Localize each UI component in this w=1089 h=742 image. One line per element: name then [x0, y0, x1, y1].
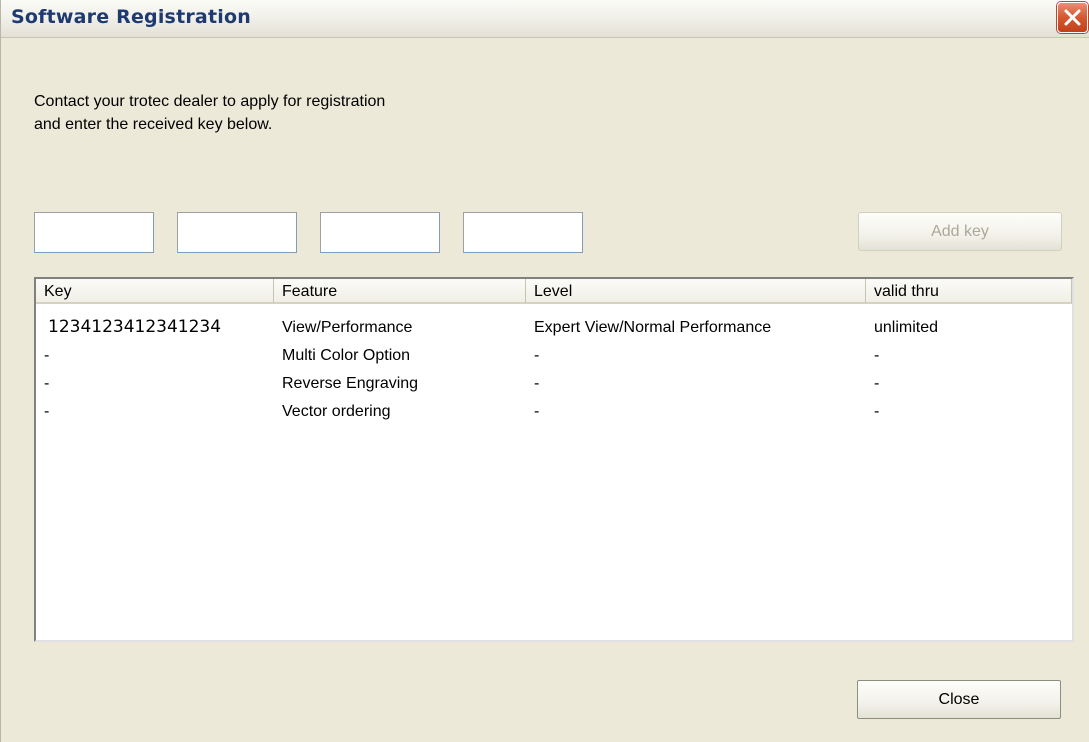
cell-feature: Multi Color Option [282, 347, 411, 364]
column-header-valid-thru[interactable]: valid thru [866, 279, 1072, 304]
cell-key: - [44, 403, 50, 420]
key-input-3[interactable] [320, 212, 440, 253]
cell-key: - [44, 347, 50, 364]
key-input-1[interactable] [34, 212, 154, 253]
cell-feature: Reverse Engraving [282, 375, 419, 392]
cell-level: - [534, 347, 540, 364]
key-input-2[interactable] [177, 212, 297, 253]
cell-level: Expert View/Normal Performance [534, 319, 772, 336]
cell-valid-thru: - [874, 347, 880, 364]
cell-key: - [44, 375, 50, 392]
cell-feature: View/Performance [282, 319, 413, 336]
cell-valid-thru: unlimited [874, 319, 939, 336]
cell-feature: Vector ordering [282, 403, 391, 420]
table-row[interactable]: 1234123412341234 View/Performance Expert… [36, 314, 1072, 341]
column-header-feature[interactable]: Feature [274, 279, 526, 304]
cell-key: 1234123412341234 [48, 317, 222, 337]
key-input-4[interactable] [463, 212, 583, 253]
add-key-button[interactable]: Add key [858, 212, 1062, 251]
cell-valid-thru: - [874, 375, 880, 392]
instructions-text: Contact your trotec dealer to apply for … [34, 90, 385, 136]
cell-level: - [534, 403, 540, 420]
window-close-button[interactable] [1057, 2, 1088, 33]
instructions-line-2: and enter the received key below. [34, 116, 273, 133]
column-header-key[interactable]: Key [36, 279, 274, 304]
table-row[interactable]: - Reverse Engraving - - [36, 370, 1072, 397]
table-row[interactable]: - Multi Color Option - - [36, 342, 1072, 369]
close-button[interactable]: Close [857, 680, 1061, 719]
close-icon [1064, 9, 1081, 26]
software-registration-dialog: Software Registration Contact your trote… [0, 0, 1089, 742]
cell-valid-thru: - [874, 403, 880, 420]
column-header-level[interactable]: Level [526, 279, 866, 304]
table-row[interactable]: - Vector ordering - - [36, 398, 1072, 425]
window-title: Software Registration [11, 6, 251, 28]
title-bar[interactable]: Software Registration [1, 0, 1089, 38]
instructions-line-1: Contact your trotec dealer to apply for … [34, 93, 386, 110]
registration-list[interactable]: Key Feature Level valid thru 12341234123… [34, 277, 1074, 642]
cell-level: - [534, 375, 540, 392]
list-header: Key Feature Level valid thru [36, 279, 1072, 305]
